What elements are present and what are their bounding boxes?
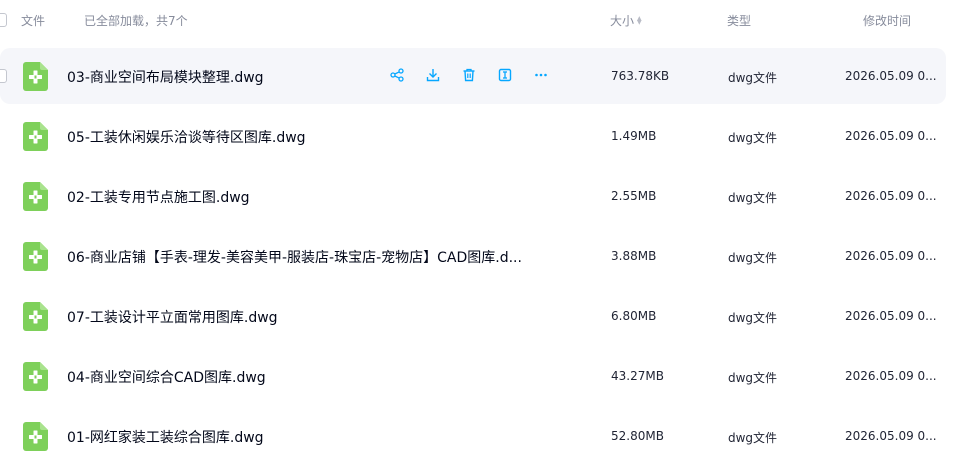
file-type: dwg文件 [728,371,778,385]
file-name[interactable]: 06-商业店铺【手表-理发-美容美甲-服装店-珠宝店-宠物店】CAD图库.d..… [67,247,522,267]
file-type: dwg文件 [728,71,778,85]
download-icon[interactable] [424,66,442,84]
column-size-sort[interactable]: 大小 ▲ ▼ [610,12,642,29]
file-mtime: 2026.05.09 0... [845,369,937,383]
file-row[interactable]: 07-工装设计平立面常用图库.dwg 6.80MB dwg文件 2026.05.… [0,286,958,346]
row-checkbox[interactable] [0,69,7,83]
dwg-file-icon [23,422,48,451]
row-actions [388,66,550,86]
file-type: dwg文件 [728,191,778,205]
dwg-file-icon [23,362,48,391]
dwg-file-icon [23,122,48,151]
file-name[interactable]: 01-网红家装工装综合图库.dwg [67,427,264,447]
file-list: 03-商业空间布局模块整理.dwg 763.78KB dwg文件 2026.05… [0,46,958,466]
file-type: dwg文件 [728,431,778,445]
share-icon[interactable] [388,66,406,84]
file-name[interactable]: 05-工装休闲娱乐洽谈等待区图库.dwg [67,127,306,147]
delete-icon[interactable] [460,66,478,84]
file-type: dwg文件 [728,311,778,325]
column-mtime: 修改时间 [863,14,912,28]
file-mtime: 2026.05.09 0... [845,129,937,143]
file-size: 1.49MB [611,129,657,143]
file-size: 6.80MB [611,309,657,323]
select-all-checkbox[interactable] [0,13,7,27]
file-row[interactable]: 05-工装休闲娱乐洽谈等待区图库.dwg 1.49MB dwg文件 2026.0… [0,106,958,166]
file-row[interactable]: 02-工装专用节点施工图.dwg 2.55MB dwg文件 2026.05.09… [0,166,958,226]
dwg-file-icon [23,182,48,211]
file-row[interactable]: 06-商业店铺【手表-理发-美容美甲-服装店-珠宝店-宠物店】CAD图库.d..… [0,226,958,286]
file-mtime: 2026.05.09 0... [845,69,937,83]
column-size-label: 大小 [610,14,635,28]
file-row[interactable]: 01-网红家装工装综合图库.dwg 52.80MB dwg文件 2026.05.… [0,406,958,466]
file-size: 43.27MB [611,369,664,383]
file-row[interactable]: 03-商业空间布局模块整理.dwg 763.78KB dwg文件 2026.05… [0,46,958,106]
file-name[interactable]: 02-工装专用节点施工图.dwg [67,187,250,207]
rename-icon[interactable] [496,66,514,84]
dwg-file-icon [23,242,48,271]
file-size: 52.80MB [611,429,664,443]
file-mtime: 2026.05.09 0... [845,429,937,443]
sort-icon: ▲ ▼ [637,14,642,26]
file-name[interactable]: 04-商业空间综合CAD图库.dwg [67,367,266,387]
file-mtime: 2026.05.09 0... [845,309,937,323]
column-file: 文件 [21,14,46,28]
file-type: dwg文件 [728,251,778,265]
loaded-count-text: 已全部加载，共7个 [84,14,188,28]
file-type: dwg文件 [728,131,778,145]
file-size: 763.78KB [611,69,670,83]
more-icon[interactable] [532,66,550,84]
file-size: 3.88MB [611,249,657,263]
file-mtime: 2026.05.09 0... [845,249,937,263]
file-mtime: 2026.05.09 0... [845,189,937,203]
file-list-header: 文件 已全部加载，共7个 大小 ▲ ▼ 类型 修改时间 [0,0,958,40]
file-name[interactable]: 07-工装设计平立面常用图库.dwg [67,307,278,327]
file-size: 2.55MB [611,189,657,203]
dwg-file-icon [23,62,48,91]
file-name[interactable]: 03-商业空间布局模块整理.dwg [67,67,264,87]
column-type: 类型 [727,14,752,28]
file-row[interactable]: 04-商业空间综合CAD图库.dwg 43.27MB dwg文件 2026.05… [0,346,958,406]
dwg-file-icon [23,302,48,331]
